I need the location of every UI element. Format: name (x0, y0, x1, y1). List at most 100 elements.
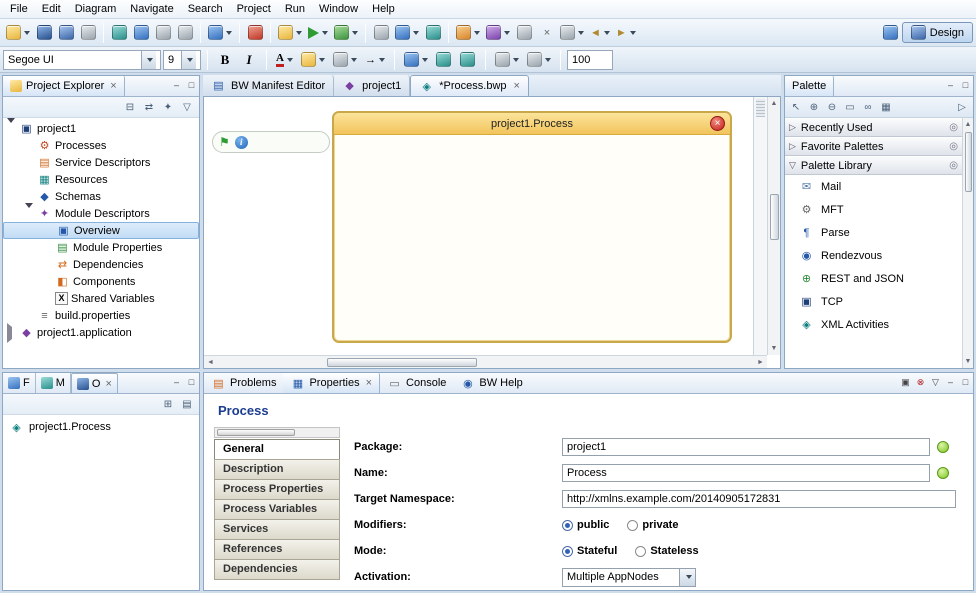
close-icon[interactable]: × (366, 377, 372, 389)
small-grid-button[interactable] (422, 21, 444, 45)
align-button[interactable] (453, 21, 483, 45)
tab-palette[interactable]: Palette (785, 76, 834, 96)
new-wizard-button[interactable] (3, 21, 33, 45)
snap-button[interactable] (524, 48, 554, 72)
tab-bw-manifest-editor[interactable]: ▤ BW Manifest Editor (203, 75, 334, 96)
menu-run[interactable]: Run (278, 2, 312, 16)
side-tab-services[interactable]: Services (214, 519, 340, 540)
zoom-out-icon[interactable]: ⊖ (824, 99, 840, 115)
pin-button[interactable] (513, 21, 535, 45)
tree-item-overview[interactable]: ▣ Overview (3, 222, 199, 239)
mode-stateless-radio[interactable] (635, 546, 646, 557)
minimize-view-icon[interactable]: – (943, 79, 958, 93)
menu-search[interactable]: Search (181, 2, 230, 16)
profile-button[interactable] (331, 21, 361, 45)
start-flag-icon[interactable]: ⚑ (219, 135, 230, 149)
tab-file-explorer[interactable]: F (3, 373, 36, 393)
tree-item-module-descriptors[interactable]: ✦ Module Descriptors (3, 205, 199, 222)
view-menu-icon[interactable]: ▽ (179, 99, 195, 115)
package-input[interactable] (562, 438, 930, 456)
close-icon[interactable]: × (110, 80, 116, 92)
tab-bw-help[interactable]: ◉ BW Help (453, 373, 529, 393)
tab-problems[interactable]: ▤ Problems (204, 373, 283, 393)
mode-stateful-radio[interactable] (562, 546, 573, 557)
tree-item-components[interactable]: ◧ Components (3, 273, 199, 290)
group-button[interactable] (483, 21, 513, 45)
maximize-view-icon[interactable]: □ (184, 79, 199, 93)
outline-item-process[interactable]: ◈ project1.Process (3, 418, 199, 436)
palette-item-mail[interactable]: ✉ Mail (785, 175, 962, 198)
link-tool-icon[interactable]: ∞ (860, 99, 876, 115)
error-indicator-icon[interactable]: ⊗ (913, 376, 928, 390)
side-tab-dependencies[interactable]: Dependencies (214, 559, 340, 580)
scroll-left-icon[interactable]: ◄ (204, 356, 217, 369)
select-tool-icon[interactable]: ↖ (788, 99, 804, 115)
gem-button[interactable] (244, 21, 266, 45)
side-tab-references[interactable]: References (214, 539, 340, 560)
palette-section-recently-used[interactable]: ▷ Recently Used ◎ (785, 118, 962, 137)
maximize-view-icon[interactable]: □ (958, 376, 973, 390)
tree-item-dependencies[interactable]: ⇄ Dependencies (3, 256, 199, 273)
menu-project[interactable]: Project (230, 2, 278, 16)
back-button[interactable]: ◄ (587, 21, 613, 45)
fill-color-button[interactable] (298, 48, 328, 72)
pin-section-icon[interactable]: ◎ (949, 160, 958, 171)
tab-project1[interactable]: ◆ project1 (334, 75, 410, 96)
horizontal-scroll-thumb[interactable] (327, 358, 477, 367)
order-button[interactable] (492, 48, 522, 72)
maximize-view-icon[interactable]: □ (958, 79, 973, 93)
forward-button[interactable]: ► (613, 21, 639, 45)
process-close-icon[interactable]: × (710, 116, 725, 131)
tab-project-explorer[interactable]: Project Explorer × (3, 76, 125, 96)
menu-navigate[interactable]: Navigate (123, 2, 180, 16)
search-resources-button[interactable] (130, 21, 152, 45)
palette-collapse-icon[interactable]: ▷ (954, 99, 970, 115)
font-size-combo[interactable]: 9 (163, 50, 201, 70)
twisty-expanded-icon[interactable] (25, 203, 33, 220)
section-collapsed-icon[interactable]: ▷ (789, 141, 796, 152)
palette-section-palette-library[interactable]: ▽ Palette Library ◎ (785, 156, 962, 175)
side-tab-description[interactable]: Description (214, 459, 340, 480)
link-with-editor-icon[interactable]: ⇄ (141, 99, 157, 115)
menu-edit[interactable]: Edit (35, 2, 68, 16)
tree-item-processes[interactable]: ⚙ Processes (3, 137, 199, 154)
modifier-private-radio[interactable] (627, 520, 638, 531)
tab-console[interactable]: ▭ Console (380, 373, 453, 393)
close-icon[interactable]: × (514, 80, 520, 92)
vertical-scroll-thumb[interactable] (770, 194, 779, 240)
process-box-header[interactable]: project1.Process × (334, 113, 730, 135)
grid-button[interactable] (392, 21, 422, 45)
tree-item-shared-variables[interactable]: X Shared Variables (3, 290, 199, 307)
side-tab-general[interactable]: General (214, 439, 340, 460)
menu-help[interactable]: Help (365, 2, 402, 16)
maximize-view-icon[interactable]: □ (184, 376, 199, 390)
run-button[interactable] (305, 21, 331, 45)
modifier-public-radio[interactable] (562, 520, 573, 531)
save-button[interactable] (33, 21, 55, 45)
palette-drawer-handle[interactable] (753, 97, 767, 355)
focus-icon[interactable]: ✦ (160, 99, 176, 115)
process-canvas[interactable]: ⚑ i project1.Process × (204, 97, 767, 355)
palette-item-rendezvous[interactable]: ◉ Rendezvous (785, 244, 962, 267)
palette-item-rest-and-json[interactable]: ⊕ REST and JSON (785, 267, 962, 290)
tab-outline[interactable]: O × (71, 373, 118, 393)
collapse-all-icon[interactable]: ⊟ (122, 99, 138, 115)
twisty-collapsed-icon[interactable] (7, 323, 12, 343)
copy-layout-button[interactable] (370, 21, 392, 45)
twisty-expanded-icon[interactable] (7, 118, 15, 135)
match-size-button[interactable] (457, 48, 479, 72)
scroll-up-icon[interactable]: ▲ (962, 118, 974, 131)
close-icon[interactable]: × (105, 378, 111, 390)
tree-item-service-descriptors[interactable]: ▤ Service Descriptors (3, 154, 199, 171)
drawer-grip-icon[interactable] (756, 99, 765, 117)
process-box[interactable]: project1.Process × (332, 111, 732, 343)
tab-model[interactable]: M (36, 373, 71, 393)
font-size-dropdown-icon[interactable] (181, 51, 196, 69)
name-input[interactable] (562, 464, 930, 482)
menu-file[interactable]: File (3, 2, 35, 16)
new-event-button[interactable] (275, 21, 305, 45)
bold-button[interactable]: B (214, 48, 236, 72)
palette-section-favorite-palettes[interactable]: ▷ Favorite Palettes ◎ (785, 137, 962, 156)
section-collapsed-icon[interactable]: ▷ (789, 122, 796, 133)
palette-item-mft[interactable]: ⚙ MFT (785, 198, 962, 221)
